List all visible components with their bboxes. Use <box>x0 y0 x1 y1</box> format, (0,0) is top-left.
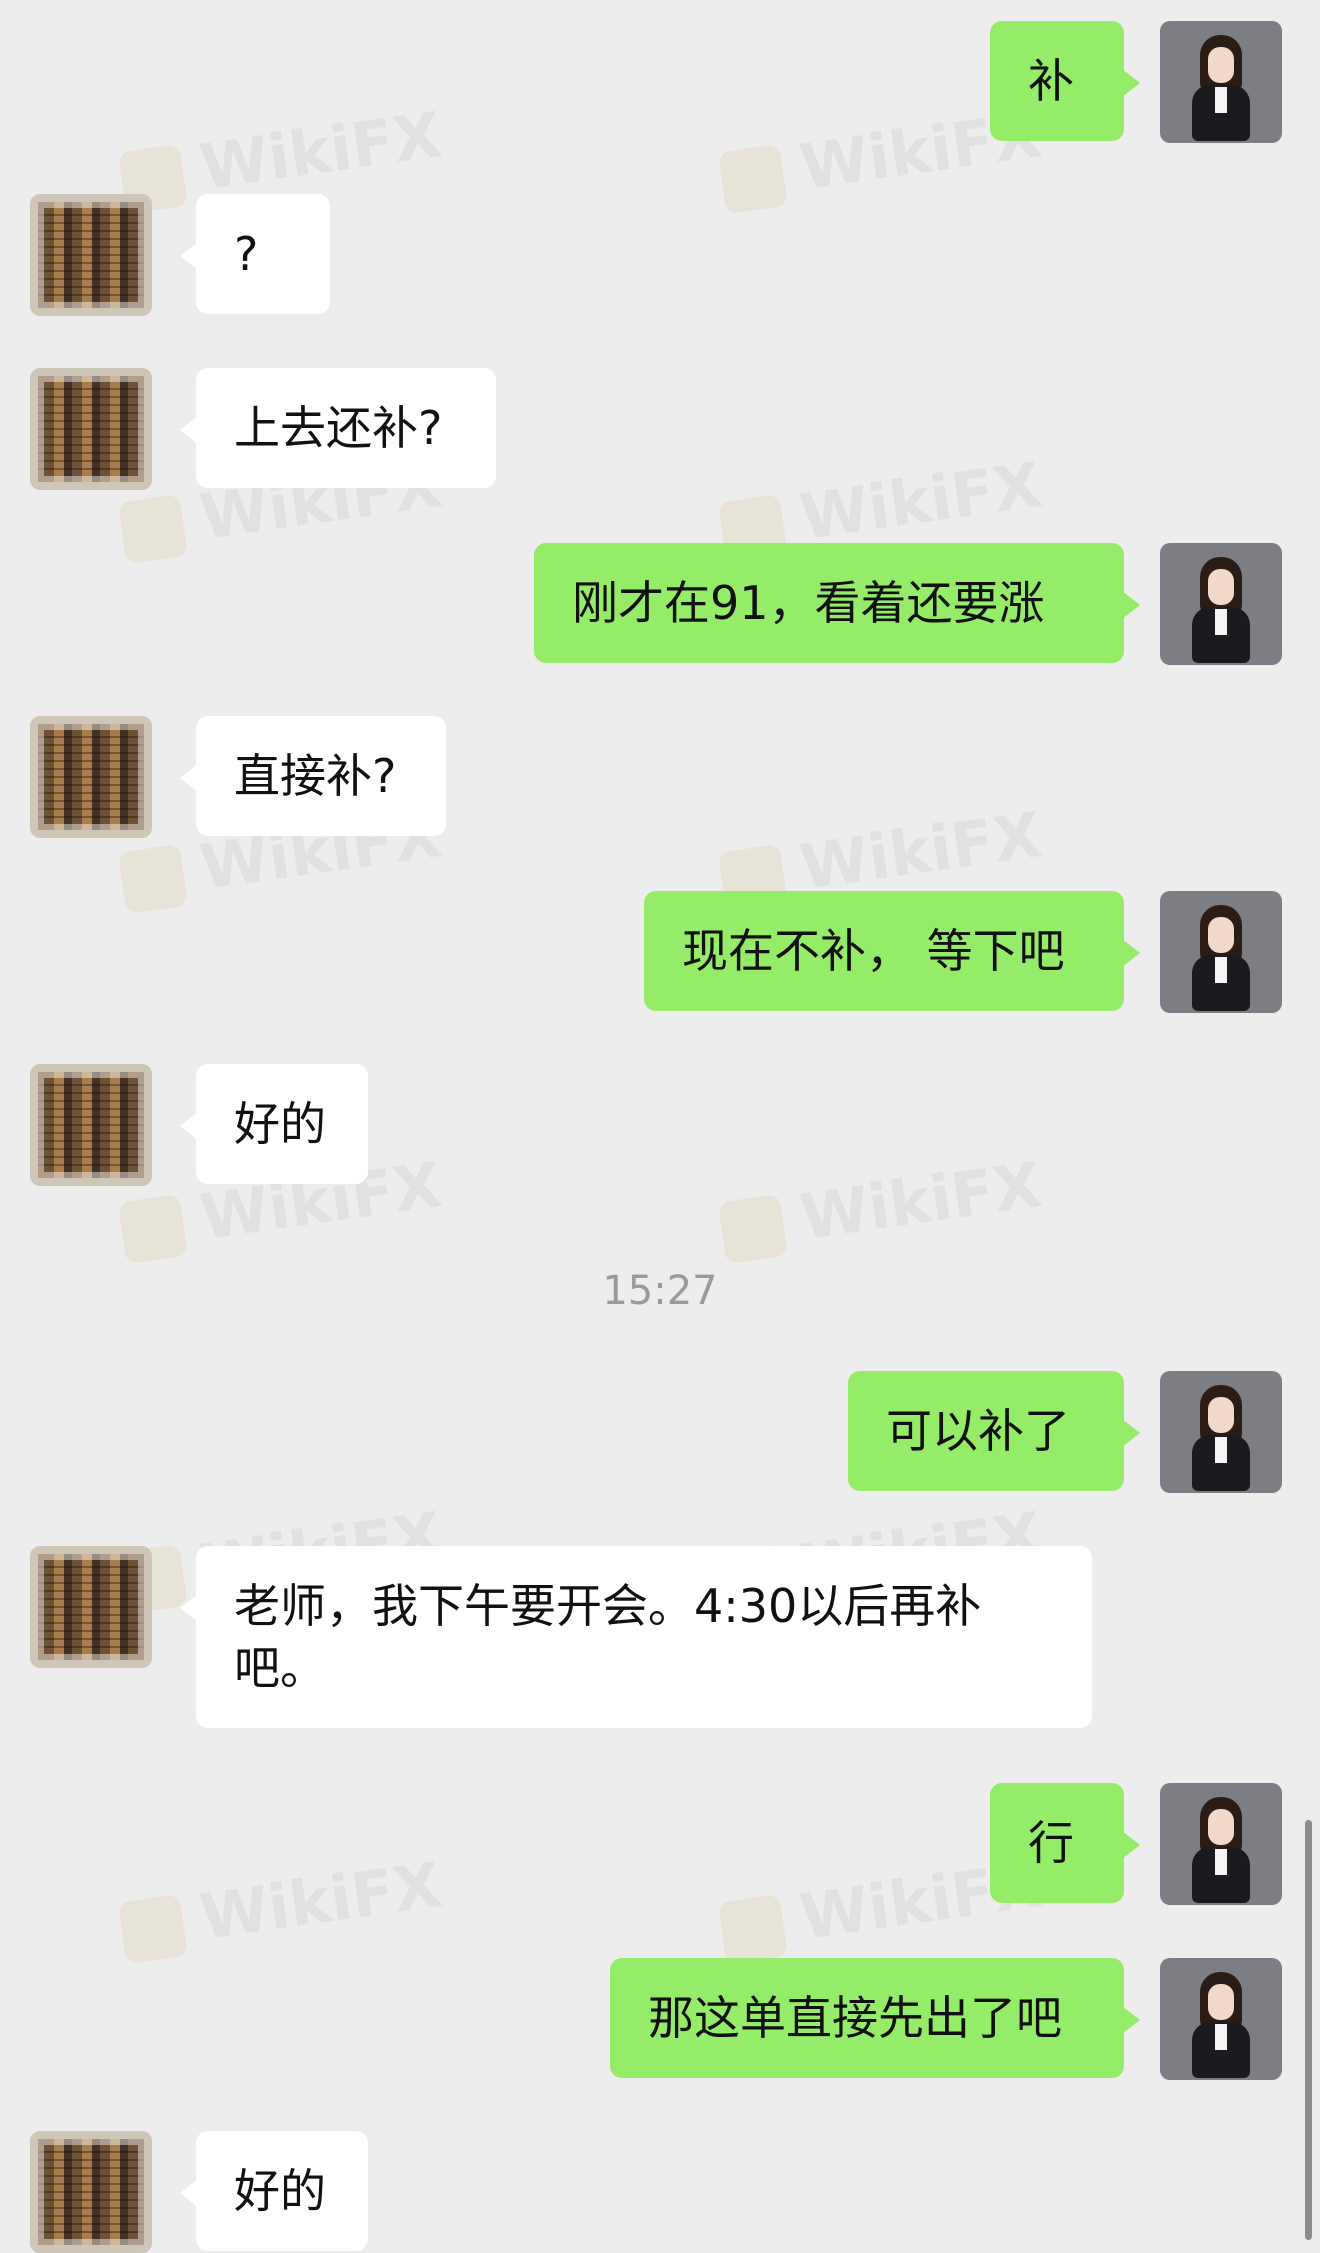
message-text: 好的 <box>234 2164 326 2218</box>
message-text: ? <box>234 227 259 281</box>
message-bubble[interactable]: 好的 <box>180 1064 368 1184</box>
message-bubble[interactable]: 好的 <box>180 2131 368 2251</box>
message-bubble[interactable]: 现在不补， 等下吧 <box>644 891 1140 1011</box>
message-text: 直接补? <box>234 749 397 803</box>
message-timestamp: 15:27 <box>602 1268 718 1314</box>
wikifx-logo-icon <box>117 843 188 914</box>
wikifx-logo-icon <box>717 1193 788 1264</box>
avatar-other-icon[interactable] <box>30 2131 152 2253</box>
avatar-me-icon[interactable] <box>1160 1371 1282 1493</box>
watermark: WikiFX <box>116 1848 446 1965</box>
message-bubble[interactable]: 行 <box>990 1783 1140 1903</box>
wikifx-logo-icon <box>117 493 188 564</box>
wikifx-logo-icon <box>717 143 788 214</box>
scrollbar[interactable] <box>1305 1820 1312 2240</box>
message-bubble[interactable]: 刚才在91，看着还要涨 <box>534 543 1140 663</box>
avatar-other-icon[interactable] <box>30 194 152 316</box>
message-text: 上去还补? <box>234 401 443 455</box>
message-text: 好的 <box>234 1097 326 1151</box>
wikifx-logo-icon <box>117 1193 188 1264</box>
avatar-other-icon[interactable] <box>30 716 152 838</box>
message-text: 行 <box>1028 1816 1074 1870</box>
message-text: 补 <box>1028 54 1074 108</box>
avatar-other-icon[interactable] <box>30 1064 152 1186</box>
avatar-me-icon[interactable] <box>1160 21 1282 143</box>
message-bubble[interactable]: 老师，我下午要开会。4:30以后再补吧。 <box>180 1546 1092 1728</box>
avatar-other-icon[interactable] <box>30 368 152 490</box>
avatar-me-icon[interactable] <box>1160 1958 1282 2080</box>
avatar-me-icon[interactable] <box>1160 891 1282 1013</box>
message-bubble[interactable]: 可以补了 <box>848 1371 1140 1491</box>
message-bubble[interactable]: 直接补? <box>180 716 446 836</box>
avatar-me-icon[interactable] <box>1160 1783 1282 1905</box>
message-text: 刚才在91，看着还要涨 <box>572 576 1045 630</box>
wikifx-logo-icon <box>717 1893 788 1964</box>
message-text: 现在不补， 等下吧 <box>682 924 1065 978</box>
message-bubble[interactable]: 补 <box>990 21 1140 141</box>
avatar-other-icon[interactable] <box>30 1546 152 1668</box>
message-text: 可以补了 <box>886 1404 1070 1458</box>
avatar-me-icon[interactable] <box>1160 543 1282 665</box>
watermark: WikiFX <box>716 1148 1046 1265</box>
wikifx-logo-icon <box>117 1893 188 1964</box>
message-text: 老师，我下午要开会。4:30以后再补吧。 <box>234 1579 982 1695</box>
message-bubble[interactable]: 上去还补? <box>180 368 496 488</box>
message-text: 那这单直接先出了吧 <box>648 1991 1062 2045</box>
message-bubble[interactable]: 那这单直接先出了吧 <box>610 1958 1140 2078</box>
message-bubble[interactable]: ? <box>180 194 330 314</box>
